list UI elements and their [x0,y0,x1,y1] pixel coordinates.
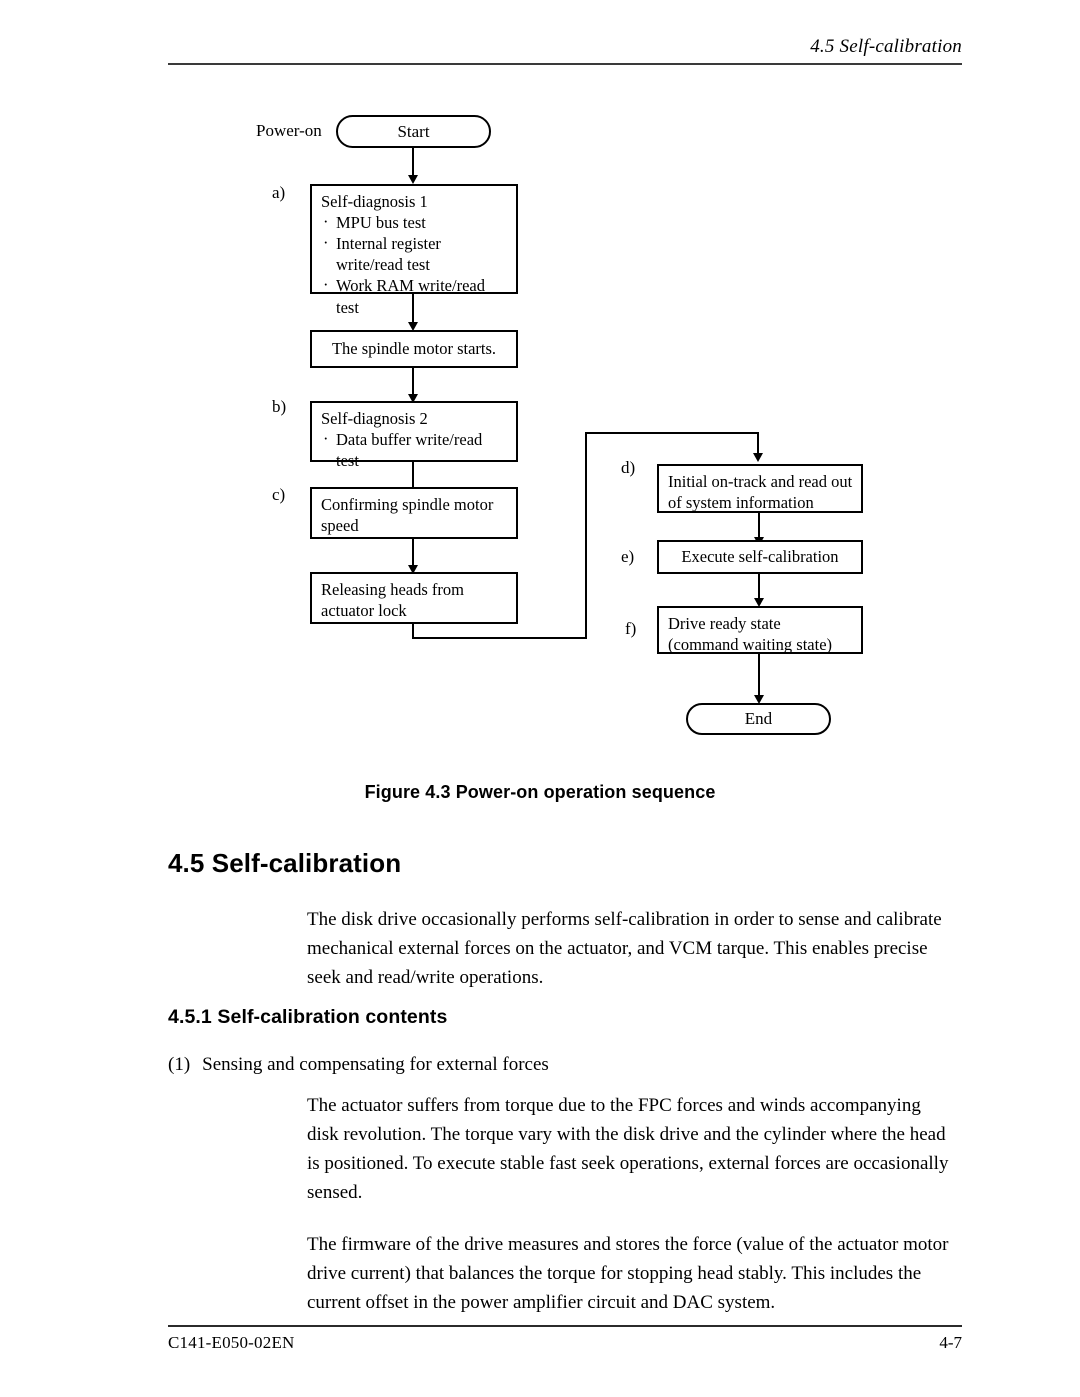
end-terminator: End [686,703,831,735]
step-label-b: b) [272,397,287,416]
box-title-self-diagnosis-1: Self-diagnosis 1 [321,192,428,211]
connector-f-to-end [758,654,760,698]
box-releasing-heads: Releasing heads from actuator lock [310,572,518,624]
subsection-heading: 4.5.1 Self-calibration contents [168,1006,448,1028]
running-header: 4.5 Self-calibration [810,36,962,57]
footer-doc-number: C141-E050-02EN [168,1333,295,1352]
arrow-start-to-a [408,175,418,184]
box-items-self-diagnosis-2: Data buffer write/read test [321,428,508,471]
list-item: Internal register write/read test [321,232,508,275]
list-item-number: (1) [168,1054,191,1075]
step-label-f: f) [625,619,637,638]
step-label-d: d) [621,458,636,477]
connector-loop-top [585,432,759,434]
box-execute-self-calibration: Execute self-calibration [657,540,863,574]
section-heading: 4.5 Self-calibration [168,848,402,878]
connector-spindle-to-b [412,368,414,395]
step-label-e: e) [621,547,635,566]
box-items-self-diagnosis-1: MPU bus test Internal register write/rea… [321,211,508,318]
power-on-label: Power-on [256,121,322,140]
connector-b-to-c [412,462,414,488]
figure-caption: Figure 4.3 Power-on operation sequence [364,782,716,802]
connector-a-to-spindle [412,294,414,323]
numbered-list-item: (1) Sensing and compensating for external… [168,1054,549,1076]
body-paragraph-3: The firmware of the drive measures and s… [307,1234,949,1314]
box-title-self-diagnosis-2: Self-diagnosis 2 [321,409,428,428]
flowchart-figure: Power-on Start a) Self-diagnosis 1 MPU b… [0,95,1080,755]
box-initial-ontrack: Initial on-track and read out of system … [657,464,863,513]
box-drive-ready-state: Drive ready state (command waiting state… [657,606,863,654]
step-label-a: a) [272,183,286,202]
box-self-diagnosis-1: Self-diagnosis 1 MPU bus test Internal r… [310,184,518,317]
connector-d-to-e [758,513,760,538]
connector-c-to-release [412,539,414,566]
connector-start-to-a [412,148,414,176]
header-rule [168,63,962,65]
body-paragraph-2: The actuator suffers from torque due to … [307,1095,949,1204]
connector-e-to-f [758,574,760,599]
list-item: MPU bus test [321,211,508,233]
intro-paragraph: The disk drive occasionally performs sel… [307,909,942,989]
box-confirm-spindle-speed: Confirming spindle motor speed [310,487,518,539]
connector-loop-up [585,432,587,639]
step-label-c: c) [272,485,286,504]
connector-release-right [412,637,587,639]
list-item-text: Sensing and compensating for external fo… [202,1054,549,1075]
box-spindle-motor-starts: The spindle motor starts. [310,330,518,368]
start-terminator: Start [336,115,491,148]
footer-page-number: 4-7 [939,1333,962,1352]
list-item: Data buffer write/read test [321,428,508,471]
footer-rule [168,1325,962,1327]
document-page: 4.5 Self-calibration Power-on Start a) S… [0,0,1080,1397]
box-self-diagnosis-2: Self-diagnosis 2 Data buffer write/read … [310,401,518,470]
list-item: Work RAM write/read test [321,274,508,317]
arrow-into-d [753,453,763,462]
